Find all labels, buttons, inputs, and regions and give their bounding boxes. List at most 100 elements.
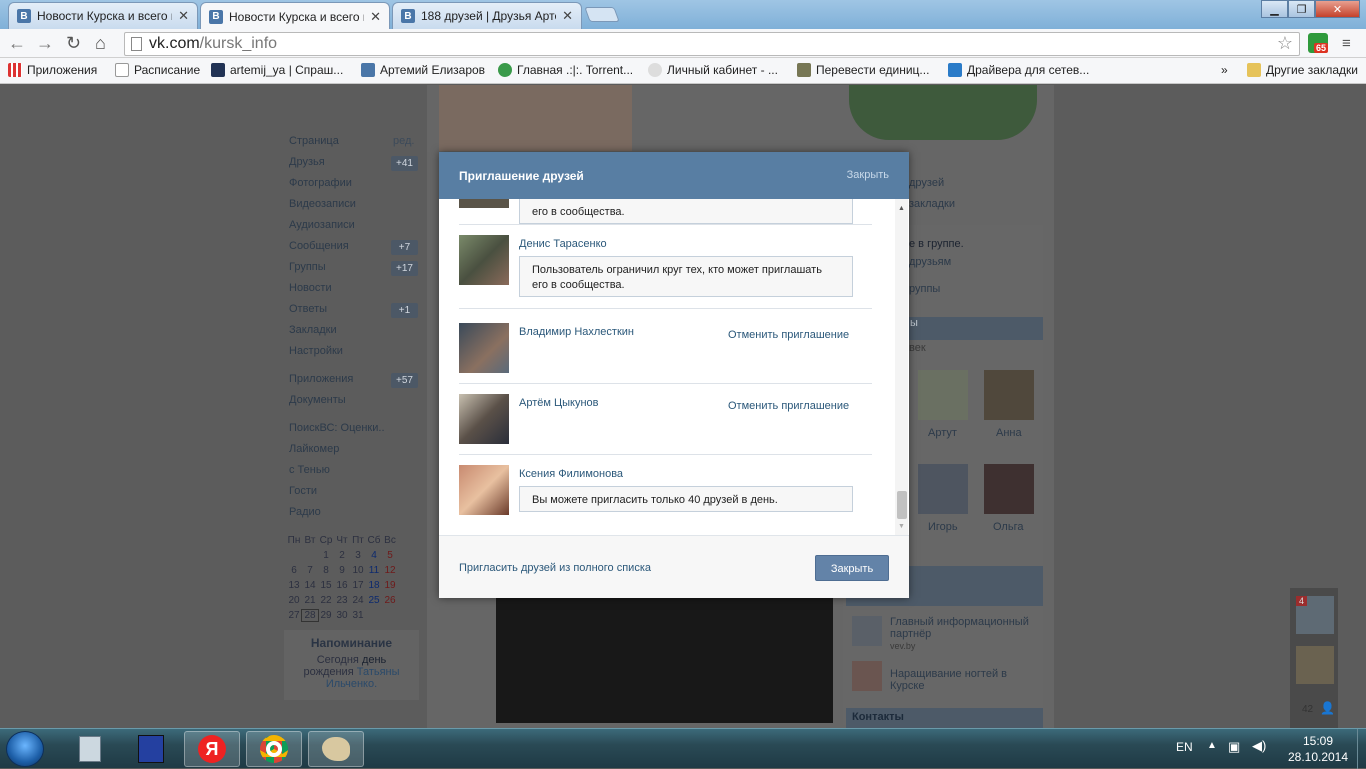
chrome-icon[interactable] bbox=[246, 731, 302, 767]
close-icon[interactable]: ✕ bbox=[178, 8, 189, 24]
right-link[interactable]: друзьям bbox=[909, 256, 951, 268]
network-icon[interactable]: ▣ bbox=[1228, 739, 1240, 755]
bookmark-cabinet[interactable]: Личный кабинет - ... bbox=[648, 63, 778, 77]
start-button[interactable] bbox=[6, 731, 44, 767]
group-avatar[interactable] bbox=[852, 661, 882, 691]
count-badge: +57 bbox=[391, 373, 418, 388]
dialog-scrollbar[interactable]: ▲ ▼ bbox=[895, 199, 908, 535]
extension-icon[interactable]: 65 bbox=[1308, 33, 1329, 53]
browser-titlebar: B Новости Курска и всего г ✕ B Новости К… bbox=[0, 0, 1366, 30]
tab-2[interactable]: B Новости Курска и всего г ✕ bbox=[200, 2, 390, 30]
bookmark-drivers[interactable]: Драйвера для сетев... bbox=[948, 63, 1089, 77]
avatar[interactable] bbox=[918, 370, 968, 420]
menu-icon[interactable]: ≡ bbox=[1342, 35, 1351, 52]
menu-app-guests[interactable]: Гости bbox=[289, 485, 317, 497]
show-desktop-button[interactable] bbox=[1357, 729, 1366, 769]
friends-list[interactable]: его в сообщества. Денис Тарасенко Пользо… bbox=[439, 199, 909, 535]
bookmark-apps[interactable]: Приложения bbox=[8, 63, 97, 77]
cancel-invite-link[interactable]: Отменить приглашение bbox=[728, 329, 849, 341]
calculator-icon[interactable] bbox=[62, 731, 118, 767]
avatar[interactable] bbox=[459, 323, 509, 373]
friend-name[interactable]: Анна bbox=[996, 427, 1022, 439]
menu-docs[interactable]: Документы bbox=[289, 394, 346, 406]
volume-icon[interactable]: ◀) bbox=[1252, 738, 1266, 754]
floppy-icon[interactable] bbox=[123, 731, 179, 767]
paint-icon[interactable] bbox=[308, 731, 364, 767]
reminder-line-3[interactable]: Ильченко. bbox=[284, 678, 419, 690]
scroll-down-icon[interactable]: ▼ bbox=[898, 523, 905, 530]
contacts-header[interactable]: Контакты bbox=[846, 708, 1043, 728]
menu-bookmarks[interactable]: Закладки bbox=[289, 324, 337, 336]
right-link[interactable]: закладки bbox=[909, 198, 955, 210]
friend-name[interactable]: Игорь bbox=[928, 521, 958, 533]
avatar[interactable] bbox=[459, 394, 509, 444]
bookmarks-overflow[interactable]: » bbox=[1221, 63, 1228, 77]
menu-page[interactable]: Страница ред. bbox=[289, 135, 414, 147]
menu-app-ten[interactable]: с Тенью bbox=[289, 464, 330, 476]
menu-friends[interactable]: Друзья +41 bbox=[289, 156, 418, 171]
back-icon[interactable]: ← bbox=[8, 33, 26, 54]
language-indicator[interactable]: EN bbox=[1176, 740, 1193, 754]
avatar[interactable] bbox=[459, 199, 509, 208]
reload-icon[interactable]: ↻ bbox=[66, 33, 81, 54]
bookmark-artemiy[interactable]: Артемий Елизаров bbox=[361, 63, 485, 77]
home-icon[interactable]: ⌂ bbox=[95, 33, 106, 54]
window-close-button[interactable]: ✕ bbox=[1315, 0, 1360, 18]
avatar[interactable] bbox=[1296, 646, 1334, 684]
cancel-invite-link[interactable]: Отменить приглашение bbox=[728, 400, 849, 412]
system-clock[interactable]: 15:09 28.10.2014 bbox=[1278, 733, 1358, 765]
close-icon[interactable]: ✕ bbox=[562, 8, 573, 24]
avatar[interactable] bbox=[459, 465, 509, 515]
menu-messages[interactable]: Сообщения +7 bbox=[289, 240, 418, 255]
forward-icon[interactable]: → bbox=[36, 33, 54, 54]
group-title[interactable]: Наращивание ногтей в Курске bbox=[890, 668, 1040, 692]
menu-groups[interactable]: Группы +17 bbox=[289, 261, 418, 276]
menu-photos[interactable]: Фотографии bbox=[289, 177, 352, 189]
bookmark-convert[interactable]: Перевести единиц... bbox=[797, 63, 929, 77]
scroll-up-icon[interactable]: ▲ bbox=[898, 205, 905, 212]
menu-answers[interactable]: Ответы +1 bbox=[289, 303, 418, 318]
friend-name[interactable]: Ольга bbox=[993, 521, 1023, 533]
page-icon bbox=[115, 63, 129, 77]
friend-name[interactable]: Артём Цыкунов bbox=[519, 397, 599, 409]
close-icon[interactable]: ✕ bbox=[370, 9, 381, 25]
menu-apps[interactable]: Приложения +57 bbox=[289, 373, 418, 388]
friend-name[interactable]: Ксения Филимонова bbox=[519, 468, 623, 480]
bookmark-raspisanie[interactable]: Расписание bbox=[115, 63, 200, 77]
friend-name[interactable]: Денис Тарасенко bbox=[519, 238, 607, 250]
maximize-button[interactable]: ❐ bbox=[1288, 0, 1315, 18]
menu-app-laikomer[interactable]: Лайкомер bbox=[289, 443, 339, 455]
avatar[interactable] bbox=[918, 464, 968, 514]
menu-app-poisk[interactable]: ПоискВС: Оценки.. bbox=[289, 422, 385, 434]
group-avatar[interactable] bbox=[852, 616, 882, 646]
star-icon[interactable]: ☆ bbox=[1277, 33, 1293, 54]
tray-arrow-icon[interactable]: ▲ bbox=[1207, 740, 1217, 751]
close-button[interactable]: Закрыть bbox=[815, 555, 889, 581]
tab-3[interactable]: B 188 друзей | Друзья Арте ✕ bbox=[392, 2, 582, 29]
bookmark-other[interactable]: Другие закладки bbox=[1247, 63, 1358, 77]
right-link[interactable]: друзей bbox=[909, 177, 944, 189]
vk-icon bbox=[361, 63, 375, 77]
avatar[interactable] bbox=[459, 235, 509, 285]
dialog-close-link[interactable]: Закрыть bbox=[847, 169, 889, 181]
menu-settings[interactable]: Настройки bbox=[289, 345, 343, 357]
invite-full-list-link[interactable]: Пригласить друзей из полного списка bbox=[459, 562, 651, 574]
yandex-browser-icon[interactable]: Я bbox=[184, 731, 240, 767]
avatar[interactable] bbox=[984, 464, 1034, 514]
bookmark-torrent[interactable]: Главная .:|:. Torrent... bbox=[498, 63, 633, 77]
minimize-button[interactable]: ▁ bbox=[1261, 0, 1288, 18]
menu-videos[interactable]: Видеозаписи bbox=[289, 198, 356, 210]
tab-1[interactable]: B Новости Курска и всего г ✕ bbox=[8, 2, 198, 29]
bookmark-artemij[interactable]: artemij_ya | Спраш... bbox=[211, 63, 343, 77]
friend-name[interactable]: Артут bbox=[928, 427, 957, 439]
right-link[interactable]: руппы bbox=[909, 283, 940, 295]
menu-news[interactable]: Новости bbox=[289, 282, 332, 294]
menu-audio[interactable]: Аудиозаписи bbox=[289, 219, 355, 231]
new-tab-button[interactable] bbox=[584, 7, 620, 22]
address-bar[interactable]: vk.com/kursk_info ☆ bbox=[124, 32, 1300, 56]
scrollbar-thumb[interactable] bbox=[897, 491, 907, 519]
group-title[interactable]: Главный информационный партнёр bbox=[890, 616, 1040, 640]
menu-app-radio[interactable]: Радио bbox=[289, 506, 321, 518]
avatar[interactable] bbox=[984, 370, 1034, 420]
friend-name[interactable]: Владимир Нахлесткин bbox=[519, 326, 634, 338]
